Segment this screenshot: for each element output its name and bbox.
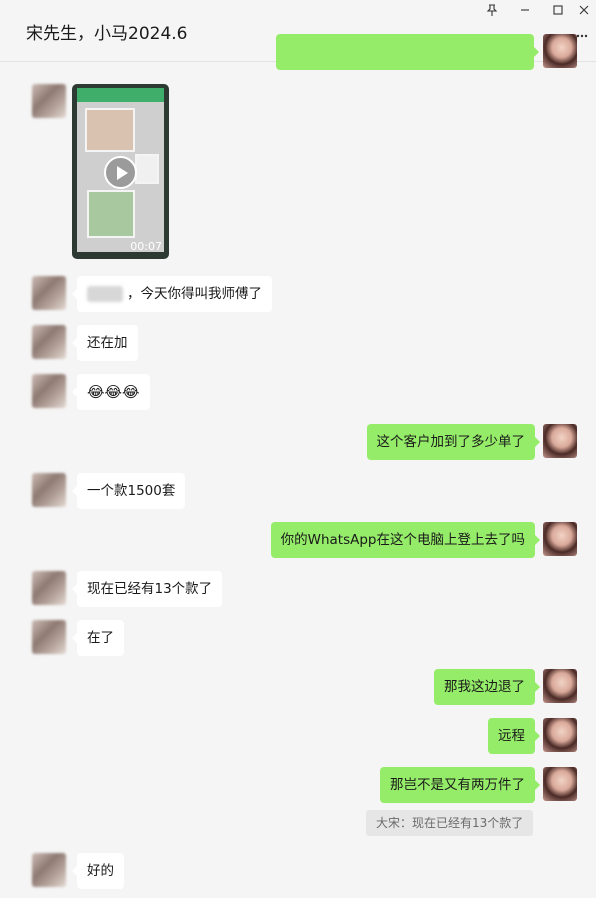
message-bubble[interactable]: 远程 [488, 718, 540, 754]
video-thumbnail-header [77, 88, 164, 102]
message-text: 在了 [87, 630, 114, 646]
message-bubble[interactable]: 一个款1500套 [71, 473, 186, 509]
avatar-contact[interactable] [32, 853, 66, 887]
maximize-icon[interactable] [549, 4, 567, 22]
video-message[interactable]: 00:07 [72, 84, 169, 259]
avatar-contact[interactable] [32, 620, 66, 654]
message-bubble[interactable]: 😂😂😂 [72, 374, 150, 410]
message-bubble[interactable]: 那岂不是又有两万件了 [380, 767, 540, 803]
more-icon[interactable] [576, 30, 588, 45]
avatar-self[interactable] [543, 424, 577, 458]
message-bubble[interactable]: 在了 [72, 620, 124, 656]
avatar-contact[interactable] [32, 325, 66, 359]
message-bubble[interactable]: 这个客户加到了多少单了 [366, 424, 540, 460]
message-text: 那岂不是又有两万件了 [390, 777, 525, 793]
avatar-self[interactable] [543, 767, 577, 801]
close-icon[interactable] [575, 4, 593, 22]
message-text: 好的 [87, 863, 114, 879]
message-text: 一个款1500套 [87, 483, 176, 499]
redacted-name [87, 286, 123, 302]
message-bubble-partial[interactable] [276, 34, 539, 70]
message-text: 远程 [498, 728, 525, 744]
quoted-message[interactable]: 大宋：现在已经有13个款了 [366, 810, 534, 836]
play-icon[interactable] [104, 156, 137, 189]
message-bubble[interactable]: 那我这边退了 [434, 669, 540, 705]
message-text: 😂😂😂 [87, 383, 140, 401]
message-bubble[interactable]: 你的WhatsApp在这个电脑上登上去了吗 [270, 522, 541, 558]
minimize-icon[interactable] [516, 4, 534, 22]
avatar-contact[interactable] [32, 473, 66, 507]
avatar-self[interactable] [543, 34, 577, 68]
message-bubble[interactable]: 好的 [72, 853, 124, 889]
avatar-self[interactable] [543, 718, 577, 752]
message-bubble[interactable]: ，今天你得叫我师傅了 [72, 276, 272, 312]
chat-title: 宋先生，小马2024.6 [26, 24, 188, 44]
message-text: 那我这边退了 [444, 679, 525, 695]
video-duration: 00:07 [130, 240, 162, 253]
avatar-contact[interactable] [32, 84, 66, 118]
avatar-contact[interactable] [32, 374, 66, 408]
chat-window: 宋先生，小马2024.6 00:07 ，今天你得叫我师傅了 还在加 😂😂😂 这个… [0, 0, 596, 898]
avatar-contact[interactable] [32, 571, 66, 605]
message-bubble[interactable]: 还在加 [72, 325, 138, 361]
message-text: 现在已经有13个款了 [87, 581, 213, 597]
message-text: 这个客户加到了多少单了 [376, 434, 526, 450]
pin-icon[interactable] [483, 4, 501, 22]
avatar-contact[interactable] [32, 276, 66, 310]
avatar-self[interactable] [543, 522, 577, 556]
message-text: 还在加 [87, 335, 128, 351]
message-bubble[interactable]: 现在已经有13个款了 [71, 571, 223, 607]
avatar-self[interactable] [543, 669, 577, 703]
message-text: 你的WhatsApp在这个电脑上登上去了吗 [280, 532, 525, 548]
message-text: ，今天你得叫我师傅了 [127, 286, 262, 302]
